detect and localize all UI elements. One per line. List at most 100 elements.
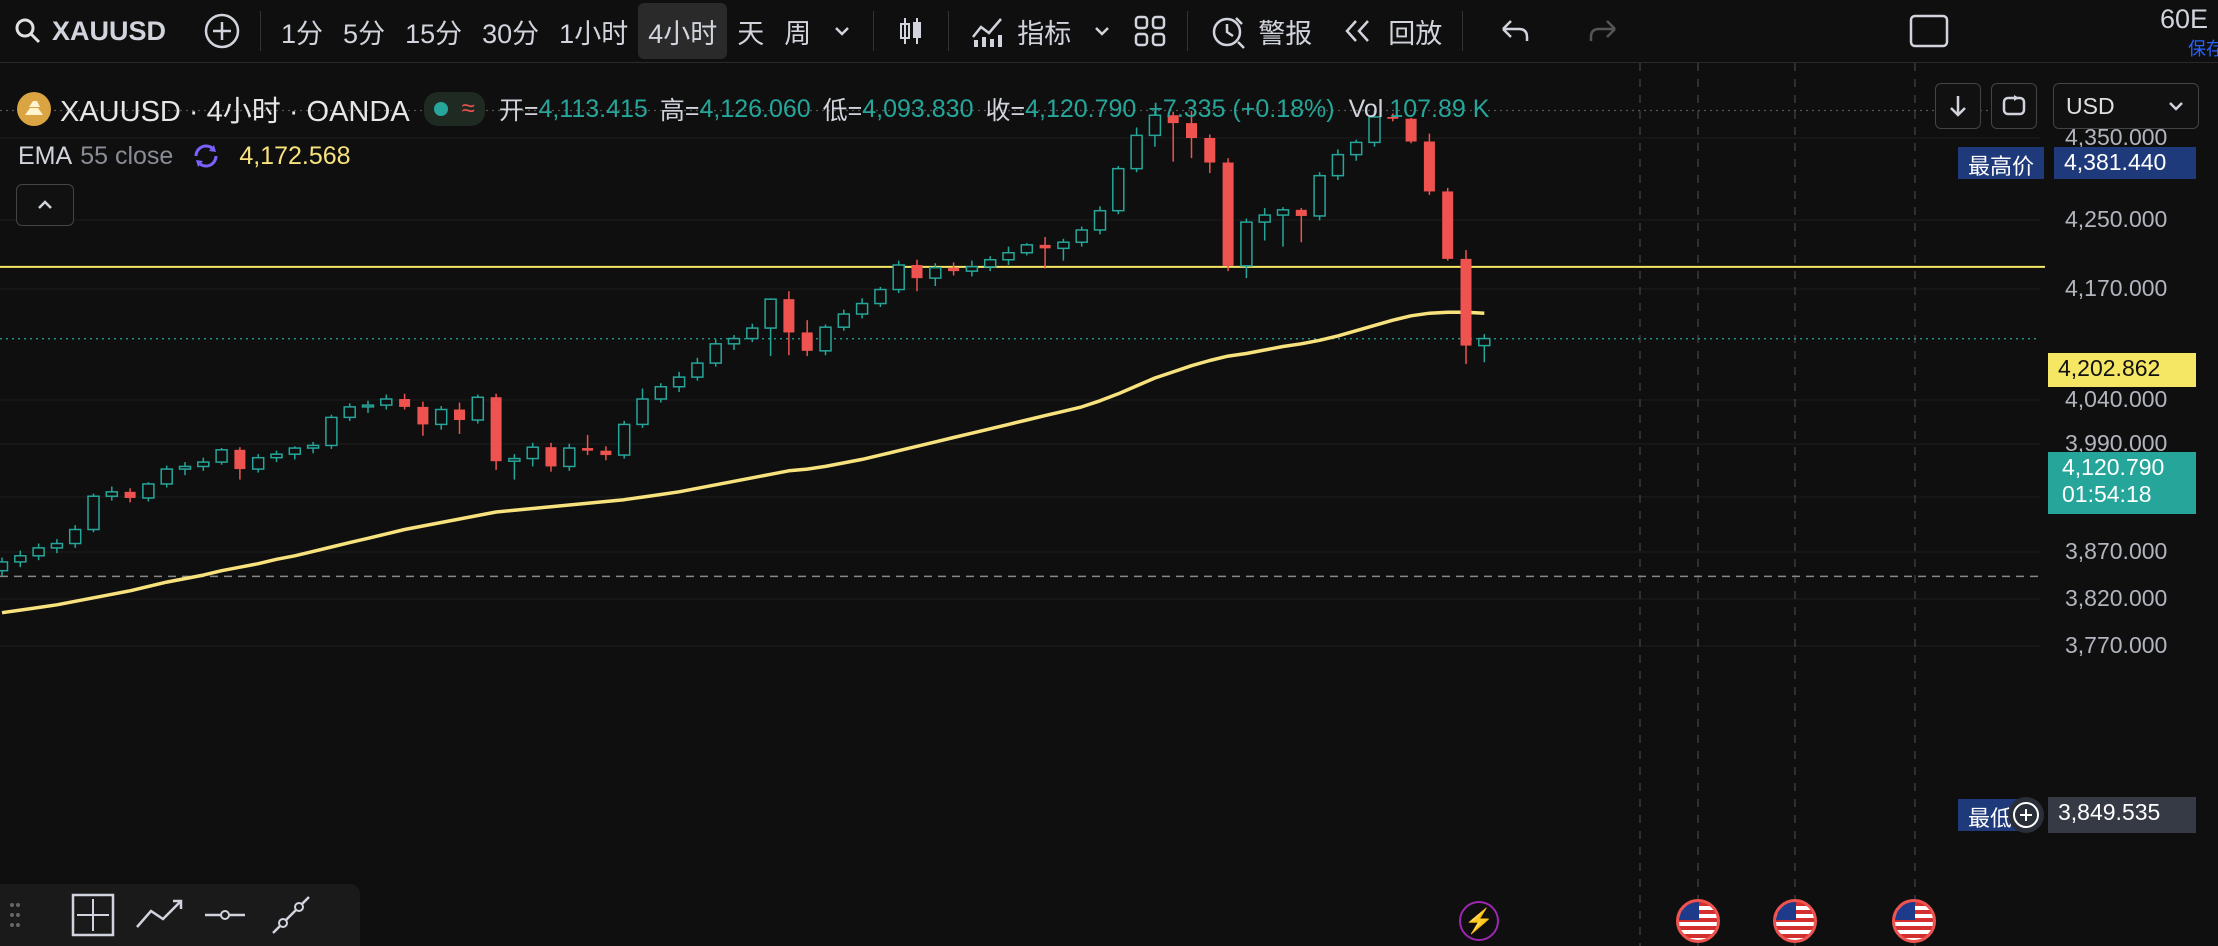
add-alert-button[interactable] <box>2008 797 2044 833</box>
candle-body-up <box>68 528 82 545</box>
candle-body-up <box>50 542 64 549</box>
chart-type-button[interactable] <box>884 3 938 59</box>
candle-body-up <box>691 362 704 378</box>
candle-body-up <box>1020 244 1034 254</box>
market-status-badge[interactable]: ≈ <box>423 92 485 126</box>
ema-legend[interactable]: EMA 55 close 4,172.568 <box>18 141 351 171</box>
trend-line-tool[interactable] <box>126 887 192 943</box>
layout-name: 60E <box>2160 4 2209 34</box>
candle-body-down <box>600 450 612 456</box>
candle-body-up <box>197 461 210 468</box>
symbol-name: XAUUSD <box>52 15 167 46</box>
event-lightning-icon[interactable]: ⚡ <box>1459 901 1499 941</box>
alerts-button[interactable]: 警报 <box>1198 3 1322 59</box>
grip-icon <box>10 903 20 927</box>
us-event-flag-icon[interactable] <box>1892 899 1936 943</box>
compare-button[interactable] <box>194 3 250 59</box>
collapse-legend-button[interactable] <box>16 184 74 226</box>
download-button[interactable] <box>1935 83 1981 129</box>
drag-handle[interactable] <box>0 887 30 943</box>
indicators-dropdown[interactable] <box>1081 3 1123 59</box>
interval-1h[interactable]: 1小时 <box>549 3 638 59</box>
fullscreen-button[interactable] <box>1899 3 1959 59</box>
candle-body-up <box>343 406 356 419</box>
candle-body-up <box>837 313 851 328</box>
high-label: 高= <box>659 97 700 125</box>
candle-body-up <box>709 343 722 364</box>
ema-params: 55 close <box>80 141 174 170</box>
candle-body-up <box>819 326 832 352</box>
candle-body-down <box>234 449 246 470</box>
candle-body-down <box>1039 244 1051 249</box>
layout-status[interactable]: 60E 保存 <box>2160 4 2218 58</box>
candle-body-up <box>874 288 887 305</box>
undo-button[interactable] <box>1489 3 1541 59</box>
ema-label: EMA <box>18 141 73 170</box>
candle-body-down <box>454 409 465 421</box>
candle-body-down <box>399 399 411 407</box>
candle-body-up <box>160 468 173 485</box>
candle-body-up <box>1276 209 1290 216</box>
interval-day[interactable]: 天 <box>727 3 774 59</box>
price-chart[interactable] <box>0 63 2218 946</box>
candle-body-up <box>892 264 905 291</box>
symbol-search[interactable]: XAUUSD <box>0 3 176 59</box>
ray-icon <box>272 896 310 934</box>
current-price-tag: 4,120.790 01:54:18 <box>2048 452 2196 514</box>
indicators-label: 指标 <box>1017 18 1072 49</box>
arrow-down-icon <box>1950 96 1966 117</box>
plus-circle-icon <box>204 13 240 49</box>
interval-1m[interactable]: 1分 <box>271 3 333 59</box>
candle-body-up <box>929 266 942 279</box>
redo-button[interactable] <box>1577 3 1629 59</box>
trend-line-icon <box>136 899 183 928</box>
chevron-down-icon <box>835 27 850 36</box>
crosshair-icon <box>71 893 115 937</box>
candle-body-up <box>563 447 576 468</box>
flag-canton <box>1895 902 1915 920</box>
high-price-tag: 4,381.440 <box>2054 147 2196 179</box>
interval-group: 1分 5分 15分 30分 1小时 4小时 天 周 <box>271 3 863 59</box>
us-event-flag-icon[interactable] <box>1676 899 1720 943</box>
interval-15m[interactable]: 15分 <box>395 3 472 59</box>
candle-body-up <box>636 398 649 426</box>
vol-value: 107.89 K <box>1389 94 1490 123</box>
vol-label: Vol <box>1348 94 1384 123</box>
chart-pane[interactable]: XAUUSD · 4小时 · OANDA ≈ 开= 4,113.415 高= 4… <box>0 63 2218 946</box>
candle-body-up <box>14 555 27 563</box>
indicators-button[interactable]: 指标 <box>959 3 1081 59</box>
interval-5m[interactable]: 5分 <box>333 3 395 59</box>
interval-30m[interactable]: 30分 <box>472 3 549 59</box>
symbol-title: XAUUSD · 4小时 · OANDA <box>60 96 410 128</box>
candle-body-up <box>380 398 393 406</box>
templates-button[interactable] <box>1123 3 1177 59</box>
high-value: 4,126.060 <box>699 94 811 123</box>
sync-button[interactable] <box>1991 83 2037 129</box>
interval-week[interactable]: 周 <box>774 3 821 59</box>
interval-4h[interactable]: 4小时 <box>638 3 728 59</box>
price-axis-tick: 4,040.000 <box>2065 386 2168 412</box>
replay-button[interactable]: 回放 <box>1332 3 1452 59</box>
candle-body-up <box>0 561 9 572</box>
top-toolbar: XAUUSD 1分 5分 15分 30分 1小时 4小时 天 周 指标 警报 回… <box>0 0 2218 63</box>
alarm-clock-icon <box>1212 17 1246 49</box>
candle-body-up <box>142 483 155 499</box>
horizontal-line-tool[interactable] <box>192 887 258 943</box>
us-event-flag-icon[interactable] <box>1773 899 1817 943</box>
currency-select[interactable]: USD <box>2053 83 2199 129</box>
candle-body-down <box>1204 138 1216 163</box>
candle-body-down <box>948 267 960 272</box>
candle-body-up <box>672 376 686 388</box>
candle-body-up <box>1258 214 1271 223</box>
interval-dropdown[interactable] <box>821 3 863 59</box>
candle-body-down <box>801 332 813 351</box>
open-value: 4,113.415 <box>538 94 648 123</box>
market-open-dot <box>433 102 448 116</box>
hline-price-tag[interactable]: 4,202.862 <box>2048 353 2196 387</box>
candle-body-up <box>87 495 100 531</box>
candle-body-up <box>1002 251 1015 261</box>
candle-body-up <box>764 298 777 329</box>
indicators-icon <box>972 18 1003 47</box>
ray-tool[interactable] <box>258 887 324 943</box>
crosshair-tool[interactable] <box>60 887 126 943</box>
